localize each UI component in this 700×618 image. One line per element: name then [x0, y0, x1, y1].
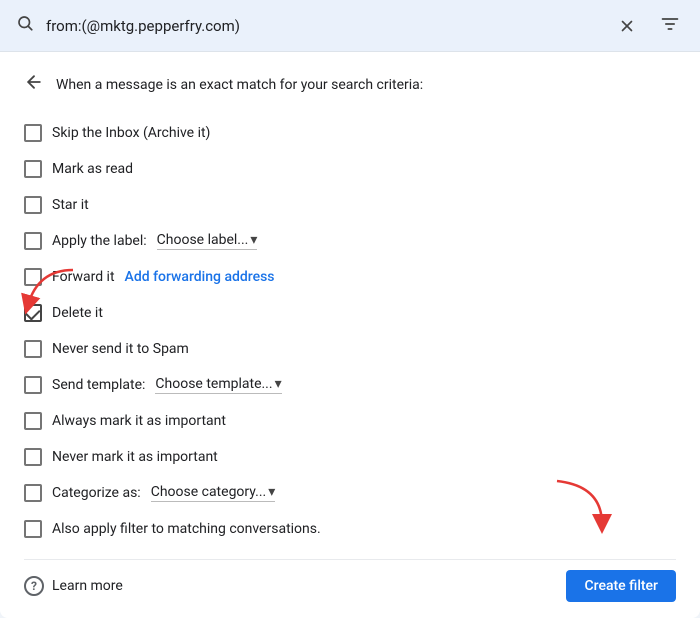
- checkbox-mark-as-read[interactable]: [24, 160, 42, 178]
- checkbox-skip-inbox[interactable]: [24, 124, 42, 142]
- filter-row-never-spam: Never send it to Spam: [24, 331, 676, 367]
- create-filter-button[interactable]: Create filter: [566, 570, 676, 602]
- learn-more-text: Learn more: [52, 578, 123, 594]
- filter-row-skip-inbox: Skip the Inbox (Archive it): [24, 115, 676, 151]
- back-row: When a message is an exact match for you…: [24, 72, 676, 97]
- label-skip-inbox: Skip the Inbox (Archive it): [52, 125, 210, 141]
- send-template-placeholder: Choose template...: [155, 376, 272, 392]
- arrow-delete-indicator: [18, 265, 88, 324]
- filter-row-delete-it: Delete it: [24, 295, 676, 331]
- learn-more-link[interactable]: ? Learn more: [24, 576, 123, 596]
- label-send-template: Send template:: [52, 377, 145, 393]
- label-star-it: Star it: [52, 197, 89, 213]
- label-apply-label: Apply the label:: [52, 233, 147, 249]
- filter-row-always-important: Always mark it as important: [24, 403, 676, 439]
- checkbox-apply-label[interactable]: [24, 232, 42, 250]
- dialog-footer: ? Learn more Create filter: [24, 559, 676, 602]
- back-button[interactable]: [24, 72, 44, 97]
- filter-row-forward-it: Forward it Add forwarding address: [24, 259, 676, 295]
- label-always-important: Always mark it as important: [52, 413, 226, 429]
- categorize-placeholder: Choose category...: [151, 484, 267, 500]
- filter-row-never-important: Never mark it as important: [24, 439, 676, 475]
- filter-options-button[interactable]: [656, 10, 684, 42]
- checkbox-always-important[interactable]: [24, 412, 42, 430]
- filter-row-send-template: Send template: Choose template... ▾: [24, 367, 676, 403]
- filter-row-apply-label: Apply the label: Choose label... ▾: [24, 223, 676, 259]
- label-also-apply: Also apply filter to matching conversati…: [52, 521, 321, 537]
- categorize-dropdown[interactable]: Choose category... ▾: [151, 484, 276, 502]
- arrow-create-filter-indicator: [547, 476, 612, 545]
- chevron-down-icon-categorize: ▾: [268, 484, 275, 500]
- label-never-spam: Never send it to Spam: [52, 341, 189, 357]
- add-forwarding-address-link[interactable]: Add forwarding address: [125, 269, 275, 285]
- search-query-text: from:(@mktg.pepperfry.com): [46, 17, 602, 35]
- send-template-dropdown[interactable]: Choose template... ▾: [155, 376, 281, 394]
- apply-label-dropdown[interactable]: Choose label... ▾: [157, 232, 258, 250]
- label-never-important: Never mark it as important: [52, 449, 218, 465]
- filter-row-mark-as-read: Mark as read: [24, 151, 676, 187]
- checkbox-send-template[interactable]: [24, 376, 42, 394]
- criteria-description: When a message is an exact match for you…: [56, 77, 423, 93]
- checkbox-star-it[interactable]: [24, 196, 42, 214]
- search-bar: from:(@mktg.pepperfry.com): [0, 0, 700, 52]
- search-icon: [16, 14, 34, 37]
- checkbox-never-spam[interactable]: [24, 340, 42, 358]
- search-close-button[interactable]: [614, 13, 640, 39]
- chevron-down-icon: ▾: [250, 232, 257, 248]
- checkbox-never-important[interactable]: [24, 448, 42, 466]
- label-mark-as-read: Mark as read: [52, 161, 133, 177]
- chevron-down-icon-template: ▾: [275, 376, 282, 392]
- label-categorize: Categorize as:: [52, 485, 141, 501]
- apply-label-placeholder: Choose label...: [157, 232, 249, 248]
- help-icon: ?: [24, 576, 44, 596]
- checkbox-also-apply[interactable]: [24, 520, 42, 538]
- checkbox-categorize[interactable]: [24, 484, 42, 502]
- filter-row-star-it: Star it: [24, 187, 676, 223]
